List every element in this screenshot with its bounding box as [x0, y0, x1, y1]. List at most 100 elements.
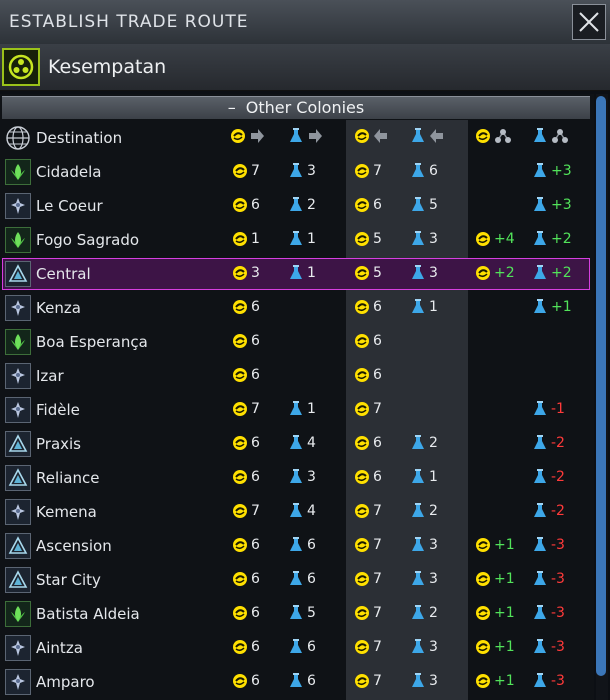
colony-row-ascension[interactable]: Ascension 6 6 7 3 +1 -3 — [2, 530, 590, 562]
supremacy-colony-icon — [8, 570, 28, 588]
colony-row-le-coeur[interactable]: Le Coeur 6 2 6 5 +3 — [2, 190, 590, 222]
colony-row-amparo[interactable]: Amparo 6 6 7 3 +1 -3 — [2, 666, 590, 698]
supremacy-colony-icon — [8, 434, 28, 452]
science-icon — [534, 265, 546, 279]
science-network-header[interactable] — [532, 128, 572, 144]
colony-icon — [5, 261, 31, 287]
colony-name: Praxis — [36, 435, 81, 453]
harmony-colony-icon — [11, 334, 25, 350]
science-icon — [290, 197, 302, 211]
colony-row-cidadela[interactable]: Cidadela 7 3 7 6 +3 — [2, 156, 590, 188]
colony-name: Fogo Sagrado — [36, 231, 140, 249]
gold-icon — [233, 368, 247, 382]
science-outgoing: 1 — [288, 265, 316, 281]
science-outgoing: 4 — [288, 503, 316, 519]
gold-outgoing: 6 — [232, 333, 260, 349]
colony-row-boa-esperan-a[interactable]: Boa Esperança 6 6 — [2, 326, 590, 358]
science-incoming: 3 — [410, 537, 438, 553]
science-icon — [534, 401, 546, 415]
colony-row-kemena[interactable]: Kemena 7 4 7 2 -2 — [2, 496, 590, 528]
gold-icon — [233, 674, 247, 688]
gold-icon — [233, 232, 247, 246]
gold-icon — [233, 266, 247, 280]
colony-row-praxis[interactable]: Praxis 6 4 6 2 -2 — [2, 428, 590, 460]
gold-icon — [355, 674, 369, 688]
gold-outgoing: 6 — [232, 197, 260, 213]
science-outgoing: 3 — [288, 469, 316, 485]
supremacy-colony-icon — [8, 536, 28, 554]
gold-icon — [233, 572, 247, 586]
scrollbar-thumb[interactable] — [596, 96, 606, 676]
close-icon — [579, 12, 599, 32]
colony-row-kenza[interactable]: Kenza 6 6 1 +1 — [2, 292, 590, 324]
harmony-colony-icon — [11, 232, 25, 248]
science-incoming: 3 — [410, 265, 438, 281]
network-icon — [495, 129, 511, 143]
colony-icon — [5, 465, 31, 491]
purity-colony-icon — [11, 504, 25, 520]
network-icon — [552, 129, 568, 143]
science-icon — [412, 639, 424, 653]
colony-row-aintza[interactable]: Aintza 6 6 7 3 +1 -3 — [2, 632, 590, 664]
science-incoming: 1 — [410, 469, 438, 485]
colony-name: Kenza — [36, 299, 81, 317]
science-icon — [290, 673, 302, 687]
colony-row-central[interactable]: Central 3 1 5 3 +2 +2 — [2, 258, 590, 290]
collapse-toggle[interactable]: – — [228, 98, 236, 117]
science-icon — [412, 673, 424, 687]
gold-incoming-header[interactable] — [354, 128, 392, 144]
science-icon — [412, 197, 424, 211]
science-outgoing: 6 — [288, 537, 316, 553]
gold-icon — [355, 334, 369, 348]
gold-icon — [355, 470, 369, 484]
close-button[interactable] — [572, 4, 606, 40]
science-incoming-header[interactable] — [410, 128, 448, 144]
science-outgoing-header[interactable] — [288, 128, 326, 144]
science-network: -2 — [532, 435, 565, 451]
science-network: -3 — [532, 571, 565, 587]
colony-icon — [5, 397, 31, 423]
faction-emblem-icon — [2, 48, 40, 86]
colony-row-star-city[interactable]: Star City 6 6 7 3 +1 -3 — [2, 564, 590, 596]
gold-incoming: 7 — [354, 639, 382, 655]
column-header-row: Destination — [2, 122, 590, 154]
supremacy-colony-icon — [8, 264, 28, 282]
colony-name: Central — [36, 265, 91, 283]
science-icon — [290, 231, 302, 245]
gold-icon — [233, 334, 247, 348]
gold-icon — [233, 402, 247, 416]
gold-icon — [476, 538, 490, 552]
colony-row-fid-le[interactable]: Fidèle 7 1 7 -1 — [2, 394, 590, 426]
gold-icon — [355, 504, 369, 518]
colony-name: Ascension — [36, 537, 112, 555]
colony-row-izar[interactable]: Izar 6 6 — [2, 360, 590, 392]
gold-icon — [355, 129, 369, 143]
gold-outgoing-header[interactable] — [230, 128, 268, 144]
colony-icon — [5, 431, 31, 457]
colony-icon — [5, 601, 31, 627]
gold-network-header[interactable] — [475, 128, 515, 144]
colony-icon — [5, 635, 31, 661]
colony-icon — [5, 669, 31, 695]
title-bar: ESTABLISH TRADE ROUTE — [0, 0, 610, 45]
purity-colony-icon — [11, 640, 25, 656]
science-incoming: 6 — [410, 163, 438, 179]
colony-name: Star City — [36, 571, 101, 589]
science-icon — [412, 299, 424, 313]
gold-incoming: 7 — [354, 673, 382, 689]
science-icon — [290, 571, 302, 585]
colony-row-fogo-sagrado[interactable]: Fogo Sagrado 1 1 5 3 +4 +2 — [2, 224, 590, 256]
science-incoming: 2 — [410, 503, 438, 519]
purity-colony-icon — [11, 402, 25, 418]
science-icon — [290, 469, 302, 483]
science-icon — [290, 163, 302, 177]
gold-incoming: 6 — [354, 299, 382, 315]
colony-row-batista-aldeia[interactable]: Batista Aldeia 6 5 7 2 +1 -3 — [2, 598, 590, 630]
science-network: +3 — [532, 163, 572, 179]
section-header-other-colonies[interactable]: – Other Colonies — [2, 96, 590, 119]
gold-icon — [355, 572, 369, 586]
science-icon — [534, 605, 546, 619]
gold-icon — [355, 640, 369, 654]
science-incoming: 2 — [410, 435, 438, 451]
colony-row-reliance[interactable]: Reliance 6 3 6 1 -2 — [2, 462, 590, 494]
